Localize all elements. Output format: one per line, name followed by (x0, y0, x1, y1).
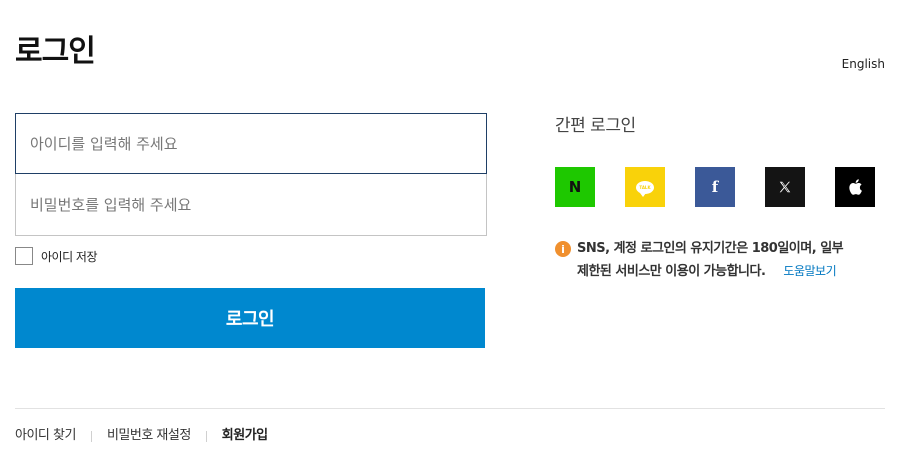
simple-login-title: 간편 로그인 (555, 116, 636, 136)
kakao-icon: TALK (636, 180, 654, 197)
remember-id-option[interactable]: 아이디 저장 (15, 247, 98, 265)
info-icon: i (555, 241, 571, 257)
sns-notice-line-2: 제한된 서비스만 이용이 가능합니다. (577, 264, 766, 279)
password-input[interactable] (16, 174, 486, 235)
id-field-wrapper (15, 113, 487, 174)
sns-login-buttons: N TALK f (555, 167, 875, 207)
footer-separator (90, 430, 92, 442)
facebook-icon: f (711, 177, 719, 196)
reset-password-link[interactable]: 비밀번호 재설정 (107, 426, 191, 446)
find-id-link[interactable]: 아이디 찾기 (15, 426, 76, 446)
language-link[interactable]: English (842, 55, 885, 73)
sns-notice-line-1: SNS, 계정 로그인의 유지기간은 180일이며, 일부 (577, 241, 844, 256)
login-button[interactable]: 로그인 (15, 288, 485, 348)
id-input[interactable] (16, 114, 486, 173)
signup-link[interactable]: 회원가입 (222, 426, 268, 446)
facebook-login-button[interactable]: f (695, 167, 735, 207)
x-icon (779, 181, 791, 193)
login-form (15, 113, 487, 236)
help-link[interactable]: 도움말보기 (783, 264, 836, 278)
apple-icon (849, 179, 862, 195)
remember-id-checkbox[interactable] (15, 247, 33, 265)
password-field-wrapper (15, 174, 487, 236)
apple-login-button[interactable] (835, 167, 875, 207)
footer-divider (15, 408, 885, 409)
footer-separator (205, 430, 207, 442)
naver-icon: N (568, 177, 582, 196)
x-login-button[interactable] (765, 167, 805, 207)
footer-links: 아이디 찾기 비밀번호 재설정 회원가입 (15, 426, 268, 446)
kakao-login-button[interactable]: TALK (625, 167, 665, 207)
naver-login-button[interactable]: N (555, 167, 595, 207)
page-title: 로그인 (15, 34, 96, 69)
remember-id-label: 아이디 저장 (41, 249, 98, 264)
kakao-icon-text: TALK (639, 184, 651, 190)
sns-notice-text: SNS, 계정 로그인의 유지기간은 180일이며, 일부 제한된 서비스만 이… (577, 238, 877, 283)
